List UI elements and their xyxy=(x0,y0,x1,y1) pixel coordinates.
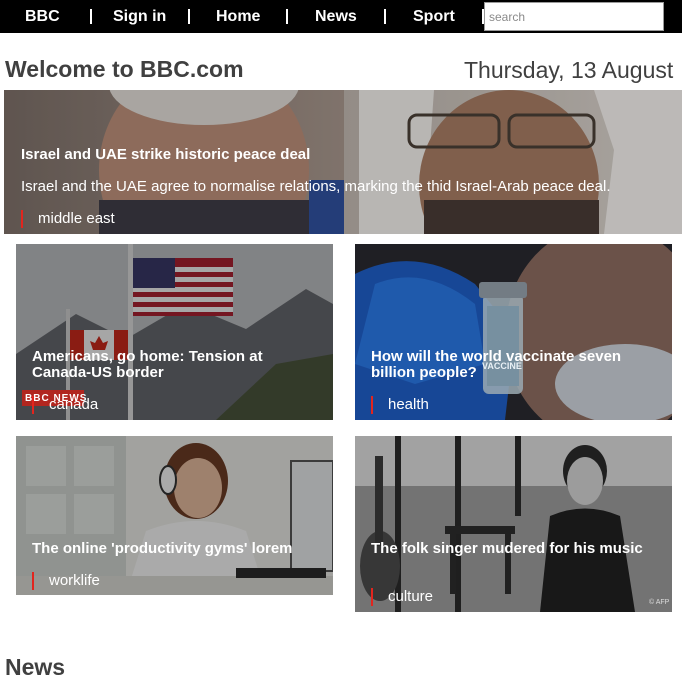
nav-home[interactable]: Home xyxy=(216,0,260,33)
nav-separator xyxy=(188,9,190,24)
nav-logo-bbc[interactable]: BBC xyxy=(25,0,60,33)
top-nav-bar: BBC Sign in Home News Sport xyxy=(0,0,682,33)
story-image xyxy=(355,436,672,612)
nav-separator xyxy=(286,9,288,24)
story-card[interactable]: VACCINE How will the world vaccinate sev… xyxy=(355,244,672,420)
story-headline[interactable]: Americans, go home: Tension at Canada-US… xyxy=(32,349,322,381)
story-headline[interactable]: The folk singer mudered for his music xyxy=(371,541,661,557)
story-headline[interactable]: How will the world vaccinate seven billi… xyxy=(371,349,661,381)
nav-separator xyxy=(384,9,386,24)
story-headline[interactable]: The online 'productivity gyms' lorem xyxy=(32,541,322,557)
hero-summary: Israel and the UAE agree to normalise re… xyxy=(21,178,611,195)
story-category-tag[interactable]: canada xyxy=(32,396,98,414)
current-date: Thursday, 13 August xyxy=(464,57,674,83)
nav-separator xyxy=(90,9,92,24)
page-title: Welcome to BBC.com xyxy=(5,56,244,82)
story-card[interactable]: BBC NEWS Americans, go home: Tension at … xyxy=(16,244,333,420)
story-category-tag[interactable]: worklife xyxy=(32,572,100,590)
story-image xyxy=(355,244,672,420)
story-category-tag[interactable]: health xyxy=(371,396,429,414)
search-input[interactable] xyxy=(484,2,664,31)
photo-credit: © AFP xyxy=(649,599,670,606)
nav-news[interactable]: News xyxy=(315,0,357,33)
story-card[interactable]: The online 'productivity gyms' lorem wor… xyxy=(16,436,333,595)
nav-sport[interactable]: Sport xyxy=(413,0,455,33)
hero-story[interactable]: Israel and UAE strike historic peace dea… xyxy=(4,90,682,234)
story-card[interactable]: © AFP The folk singer mudered for his mu… xyxy=(355,436,672,612)
news-section-title: News xyxy=(5,654,66,680)
story-category-tag[interactable]: culture xyxy=(371,588,433,606)
nav-sign-in[interactable]: Sign in xyxy=(113,0,166,33)
hero-headline[interactable]: Israel and UAE strike historic peace dea… xyxy=(21,146,310,163)
hero-category-tag[interactable]: middle east xyxy=(21,210,115,228)
